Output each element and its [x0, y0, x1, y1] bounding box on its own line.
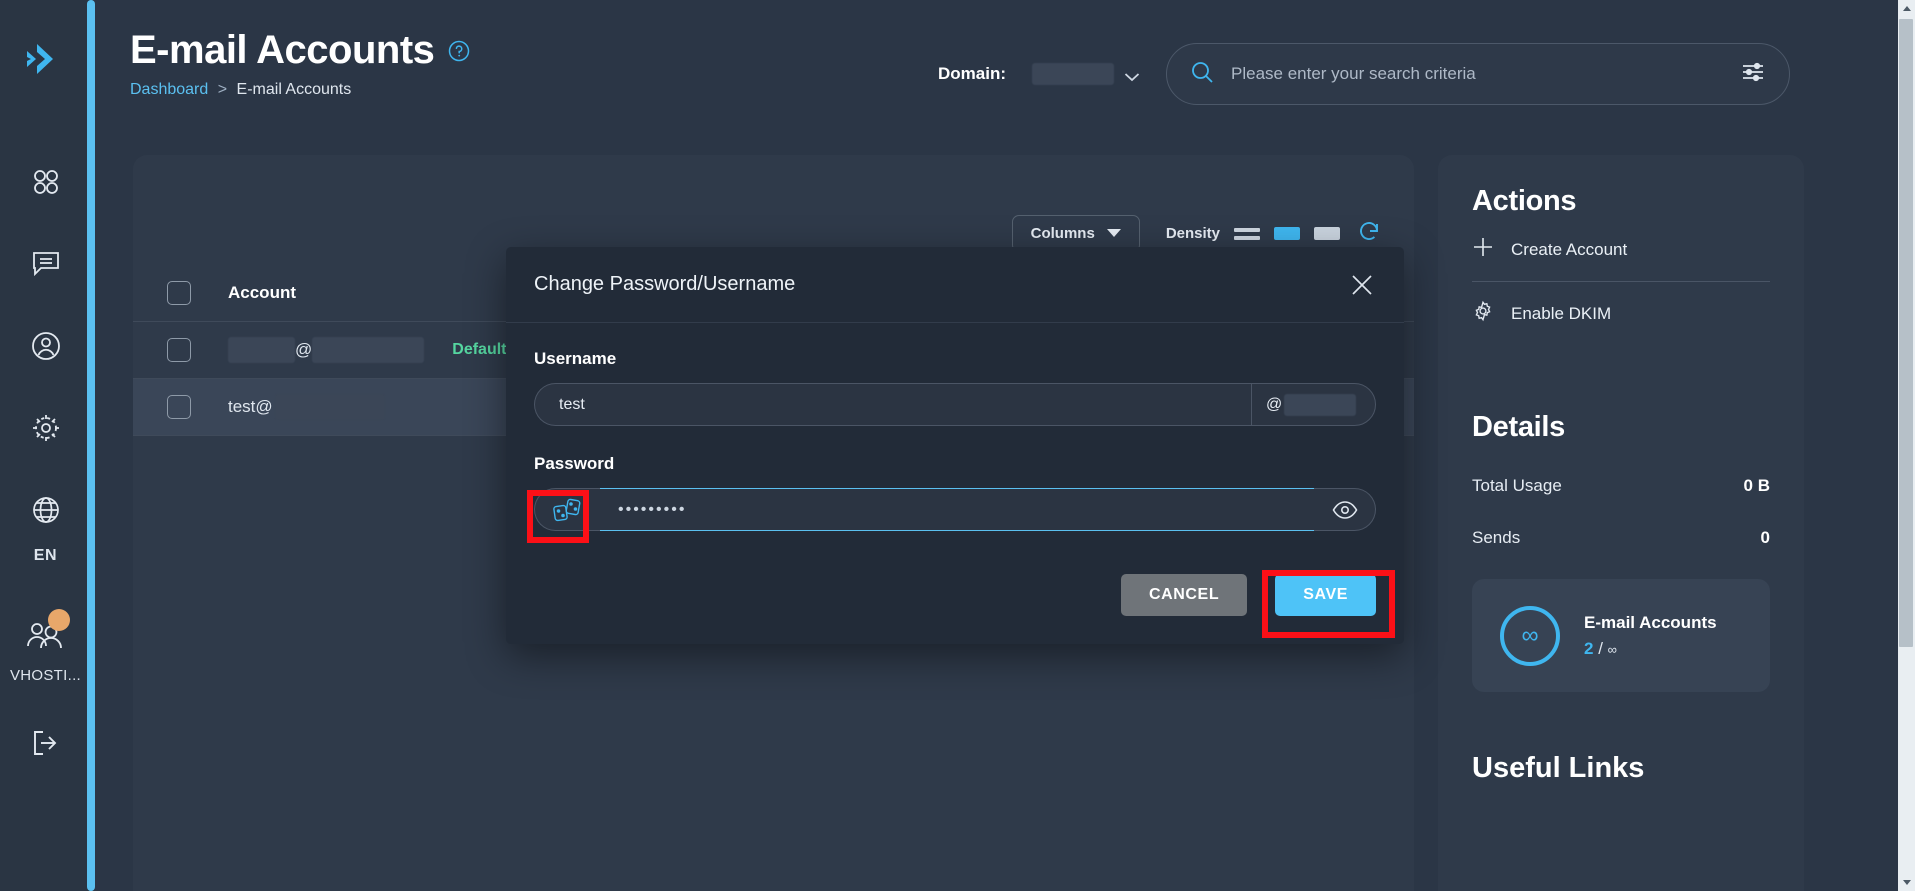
- at-symbol: @: [1266, 395, 1283, 413]
- dialog-body: Username @ Password: [506, 323, 1404, 531]
- password-input[interactable]: [600, 488, 1314, 531]
- username-domain-suffix: @: [1251, 383, 1376, 426]
- close-icon[interactable]: [1348, 271, 1376, 299]
- change-password-dialog: Change Password/Username Username @ Pas: [506, 247, 1404, 644]
- scroll-up-arrow[interactable]: [1898, 0, 1915, 17]
- password-label: Password: [534, 454, 615, 473]
- dice-generate-icon[interactable]: [534, 488, 600, 531]
- dialog-actions: CANCEL SAVE: [1120, 574, 1376, 616]
- scrollbar-thumb[interactable]: [1899, 19, 1913, 647]
- cancel-button[interactable]: CANCEL: [1120, 574, 1248, 616]
- eye-icon[interactable]: [1314, 488, 1376, 531]
- password-field-group: [534, 488, 1376, 531]
- username-input[interactable]: [534, 383, 1251, 426]
- page-scrollbar[interactable]: [1898, 0, 1915, 891]
- scroll-down-arrow[interactable]: [1898, 874, 1915, 891]
- dialog-header: Change Password/Username: [506, 247, 1404, 323]
- app-root: EN VHOSTI... E-mail Accounts Dashboard >…: [0, 0, 1915, 891]
- dialog-title: Change Password/Username: [534, 273, 796, 295]
- modal-overlay: Change Password/Username Username @ Pas: [0, 0, 1915, 891]
- username-field-group: @: [534, 383, 1376, 426]
- username-domain-redacted: [1284, 393, 1357, 416]
- save-button[interactable]: SAVE: [1275, 574, 1376, 616]
- username-label: Username: [534, 349, 617, 368]
